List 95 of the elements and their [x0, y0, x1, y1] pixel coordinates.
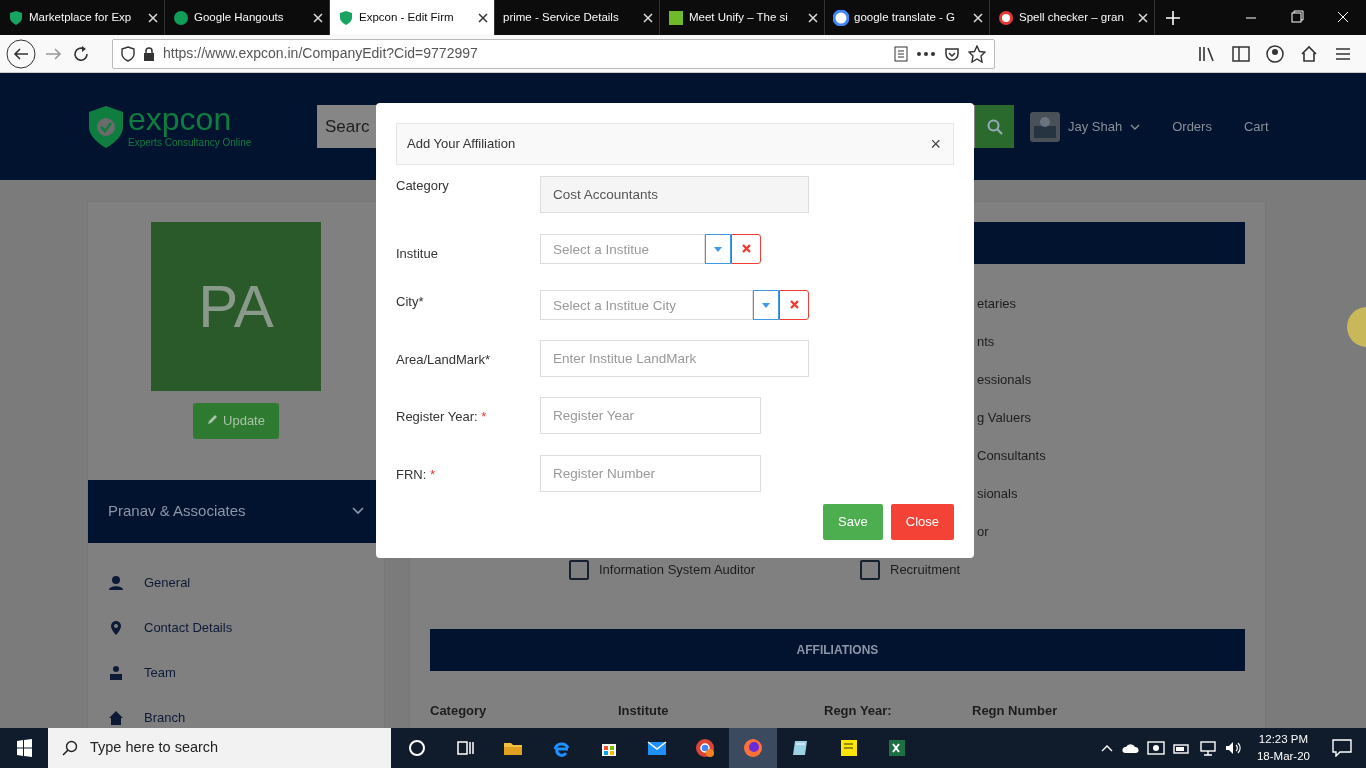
clear-icon: [741, 244, 751, 253]
home-icon[interactable]: [1300, 44, 1318, 63]
shield-check-icon: [88, 104, 124, 149]
battery-icon[interactable]: [1172, 742, 1191, 754]
dropdown-field[interactable]: Select a Institue: [540, 234, 705, 264]
option-label: g Valuers: [977, 409, 1031, 428]
device-icon[interactable]: [1146, 740, 1165, 756]
caret-icon: [714, 246, 722, 252]
dropdown-button[interactable]: [705, 234, 731, 264]
back-icon[interactable]: [6, 38, 36, 69]
network-icon[interactable]: [1198, 740, 1217, 756]
user-menu[interactable]: Jay Shah: [1068, 116, 1123, 137]
home-icon: [108, 710, 124, 726]
option-label: Information System Auditor: [599, 561, 756, 580]
cloud-icon[interactable]: [1120, 742, 1139, 754]
close-icon[interactable]: [478, 12, 488, 23]
team-icon: [108, 665, 124, 681]
notification-icon[interactable]: [1332, 739, 1352, 757]
nav-link[interactable]: Orders: [1172, 116, 1212, 137]
column-header: Institute: [618, 702, 670, 720]
taskbar-search-field[interactable]: Type here to search: [48, 728, 391, 768]
checkbox[interactable]: [569, 560, 589, 580]
task-view-icon[interactable]: [455, 738, 475, 758]
close-button[interactable]: ×: [930, 130, 941, 158]
lock-icon[interactable]: [143, 46, 155, 61]
menu-item[interactable]: Team: [88, 650, 384, 696]
option-label: Recruitment: [890, 561, 961, 580]
column-header: Regn Number: [972, 702, 1059, 720]
shield-icon: [8, 9, 24, 26]
sidebar-icon[interactable]: [1232, 45, 1250, 62]
shield-icon: [338, 9, 354, 26]
close-button[interactable]: Close: [890, 504, 954, 540]
chevron-icon[interactable]: [352, 507, 364, 515]
field-label: FRN: *: [396, 467, 436, 482]
field-label: Register Year: *: [396, 409, 487, 424]
input-field[interactable]: Register Number: [540, 455, 761, 492]
shield-icon[interactable]: [121, 45, 135, 62]
date-text: 18-Mar-20: [1256, 749, 1310, 764]
pencil-icon: [207, 413, 220, 425]
field-label: Category: [396, 178, 449, 193]
section-title: AFFILIATIONS: [796, 642, 879, 659]
column-header: Regn Year:: [824, 702, 893, 720]
firm-name: Pranav & Associates: [108, 500, 246, 521]
address-bar[interactable]: https://www.expcon.in/CompanyEdit?Cid=9772997: [112, 38, 995, 69]
profile-picture: PA: [151, 222, 321, 391]
circle-icon: [998, 9, 1014, 26]
clear-button[interactable]: [779, 290, 809, 320]
option-label: Consultants: [977, 447, 1046, 466]
browser-tab[interactable]: Expcon - Edit Firm: [330, 0, 495, 35]
input-field[interactable]: Cost Accountants: [540, 176, 809, 213]
menu-icon[interactable]: [1334, 45, 1352, 62]
url-text: https://www.expcon.in/CompanyEdit?Cid=9772997: [163, 44, 479, 63]
input-field[interactable]: Register Year: [540, 397, 761, 434]
clear-icon: [789, 300, 799, 309]
dropdown-button[interactable]: [753, 290, 779, 320]
logo-tagline: Experts Consultancy Online: [128, 137, 252, 150]
search-icon: [986, 118, 1003, 135]
dropdown-field[interactable]: Select a Institue City: [540, 290, 753, 320]
caret-icon[interactable]: [1130, 123, 1141, 130]
field-label: City*: [396, 294, 424, 309]
option-label: essionals: [977, 371, 1032, 390]
mail-icon[interactable]: [647, 738, 667, 758]
more-icon[interactable]: [916, 50, 936, 57]
reader-view-icon[interactable]: [894, 45, 908, 62]
person-icon: [108, 575, 124, 591]
option-label: sionals: [977, 485, 1018, 504]
account-icon[interactable]: [1266, 44, 1284, 63]
logo[interactable]: expcon Experts Consultancy Online: [88, 103, 252, 150]
clear-button[interactable]: [731, 234, 761, 264]
menu-item[interactable]: General: [88, 560, 384, 606]
pocket-icon[interactable]: [944, 45, 960, 62]
nav-link[interactable]: Cart: [1243, 116, 1269, 137]
option-label: or: [977, 523, 989, 542]
search-icon: [62, 740, 78, 756]
square-icon: [668, 9, 684, 26]
checkbox[interactable]: [860, 560, 880, 580]
menu-item[interactable]: Contact Details: [88, 605, 384, 651]
modal-title: Add Your Affiliation: [407, 135, 516, 154]
option-label: nts: [977, 333, 995, 352]
cortana-circle-icon[interactable]: [407, 738, 427, 758]
field-label: Institue: [396, 246, 438, 261]
chevron-up-icon[interactable]: [1100, 744, 1113, 752]
input-field[interactable]: Enter Institue LandMark: [540, 340, 809, 377]
menu-item[interactable]: Branch: [88, 695, 384, 728]
time-text: 12:23 PM: [1257, 731, 1310, 747]
library-icon[interactable]: [1198, 45, 1216, 62]
option-label: etaries: [977, 295, 1017, 314]
clock[interactable]: 12:23 PM 18-Mar-20: [1256, 730, 1310, 766]
star-icon[interactable]: [968, 44, 986, 63]
volume-icon[interactable]: [1224, 741, 1243, 755]
location-pin-icon: [108, 620, 124, 636]
sticky-note-icon[interactable]: [839, 738, 859, 758]
caret-icon: [762, 302, 770, 308]
column-header: Category: [430, 702, 488, 720]
field-label: Area/LandMark*: [396, 352, 490, 367]
